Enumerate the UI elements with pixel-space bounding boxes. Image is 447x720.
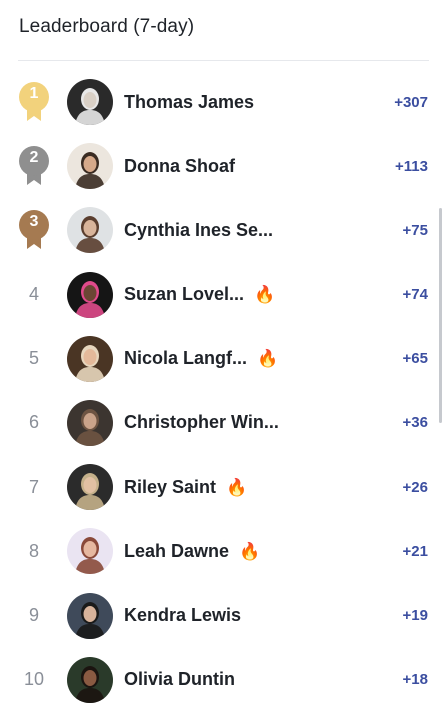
rank-cell: 3 [14,198,54,262]
leaderboard-row[interactable]: 7 Riley Saint 🔥 +26 [0,455,447,519]
user-name[interactable]: Suzan Lovel... [124,284,244,305]
leaderboard-row[interactable]: 6 Christopher Win... +36 [0,391,447,455]
bronze-medal-icon: 3 [18,210,50,250]
name-wrap: Leah Dawne 🔥 [124,519,260,583]
rank-cell: 6 [14,391,54,455]
score-value: +307 [394,93,428,111]
rank-number: 7 [28,476,39,497]
user-name[interactable]: Nicola Langf... [124,348,247,369]
name-wrap: Kendra Lewis [124,584,241,648]
leaderboard-row[interactable]: 9 Kendra Lewis +19 [0,584,447,648]
leaderboard-row[interactable]: 8 Leah Dawne 🔥 +21 [0,519,447,583]
name-wrap: Nicola Langf... 🔥 [124,327,278,391]
header-divider [18,60,429,61]
avatar[interactable] [67,592,113,639]
score-value: +19 [402,607,428,624]
leaderboard-title: Leaderboard (7-day) [19,16,195,37]
score-value: +113 [395,157,428,175]
fire-icon: 🔥 [239,541,261,561]
rank-cell: 10 [14,648,54,712]
avatar[interactable] [67,399,113,446]
leaderboard-row[interactable]: 10 Olivia Duntin +18 [0,648,447,712]
rank-number: 9 [28,605,39,625]
user-name[interactable]: Olivia Duntin [124,669,235,690]
silver-medal-icon: 2 [18,146,50,186]
fire-icon: 🔥 [226,477,248,497]
user-name[interactable]: Christopher Win... [124,412,279,433]
name-wrap: Cynthia Ines Se... [124,198,273,262]
rank-cell: 8 [14,519,54,583]
user-name[interactable]: Kendra Lewis [124,605,241,626]
leaderboard-list: 1 Thomas James +307 2 Donna Shoaf +113 3 Cynthi… [0,70,447,712]
leaderboard-row[interactable]: 5 Nicola Langf... 🔥 +65 [0,327,447,391]
avatar[interactable] [67,464,113,511]
rank-number: 3 [29,213,39,231]
name-wrap: Suzan Lovel... 🔥 [124,263,275,327]
avatar[interactable] [67,143,113,190]
user-name[interactable]: Thomas James [124,92,254,113]
user-name[interactable]: Riley Saint [124,477,216,498]
user-name[interactable]: Donna Shoaf [124,156,235,177]
rank-number: 6 [28,412,39,433]
rank-number: 5 [28,348,39,369]
rank-number: 1 [29,85,39,102]
score-value: +18 [402,671,428,689]
name-wrap: Donna Shoaf [124,134,235,198]
name-wrap: Christopher Win... [124,391,279,455]
avatar[interactable] [67,528,113,575]
rank-cell: 7 [14,455,54,519]
user-name[interactable]: Cynthia Ines Se... [124,220,273,241]
rank-cell: 4 [14,263,54,327]
avatar[interactable] [67,79,113,125]
score-value: +21 [402,542,428,560]
fire-icon: 🔥 [254,285,276,305]
rank-cell: 5 [14,327,54,391]
avatar[interactable] [67,656,113,703]
leaderboard-row[interactable]: 2 Donna Shoaf +113 [0,134,447,198]
rank-cell: 9 [14,584,54,648]
scrollbar-thumb[interactable] [439,208,442,423]
rank-number: 4 [28,284,39,305]
rank-number: 10 [23,669,45,690]
rank-number: 8 [28,540,39,561]
gold-medal-icon: 1 [18,82,50,122]
rank-cell: 2 [14,134,54,198]
leaderboard-panel: Leaderboard (7-day) 1 Thomas James +307 2 Do… [0,0,447,720]
rank-number: 2 [29,149,39,167]
score-value: +75 [402,221,428,239]
avatar[interactable] [67,335,113,382]
name-wrap: Thomas James [124,70,254,134]
name-wrap: Olivia Duntin [124,648,235,712]
name-wrap: Riley Saint 🔥 [124,455,247,519]
score-value: +36 [402,414,428,432]
avatar[interactable] [67,207,113,254]
score-value: +26 [402,478,428,496]
user-name[interactable]: Leah Dawne [124,541,229,562]
leaderboard-row[interactable]: 4 Suzan Lovel... 🔥 +74 [0,263,447,327]
leaderboard-row[interactable]: 3 Cynthia Ines Se... +75 [0,198,447,262]
avatar[interactable] [67,271,113,318]
leaderboard-row[interactable]: 1 Thomas James +307 [0,70,447,134]
score-value: +65 [402,350,428,368]
score-value: +74 [402,286,428,304]
fire-icon: 🔥 [257,349,279,369]
rank-cell: 1 [14,70,54,134]
